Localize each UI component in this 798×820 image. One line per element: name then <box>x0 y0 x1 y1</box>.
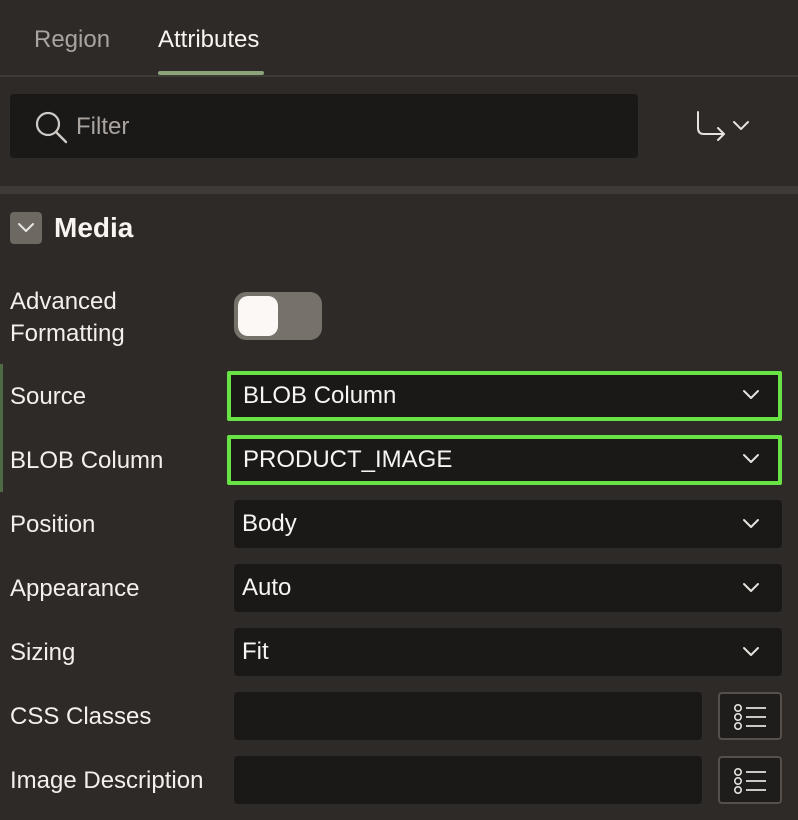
blob-column-label: BLOB Column <box>10 447 164 474</box>
collapse-section-button[interactable] <box>10 212 42 244</box>
list-icon <box>733 703 766 730</box>
modified-marker <box>0 364 3 428</box>
goto-group-button[interactable] <box>688 104 762 150</box>
sizing-label: Sizing <box>10 639 76 666</box>
advanced-formatting-toggle[interactable] <box>234 292 322 340</box>
search-icon <box>35 111 68 144</box>
advanced-formatting-label: Advanced Formatting <box>10 286 125 350</box>
tab-region[interactable]: Region <box>34 24 110 56</box>
chevron-down-icon <box>743 583 759 592</box>
property-editor: Region Attributes Media Advanced Formatt… <box>0 0 798 820</box>
position-label: Position <box>10 511 96 538</box>
chevron-down-icon <box>743 519 759 528</box>
section-title: Media <box>54 212 134 243</box>
position-value: Body <box>242 510 297 537</box>
image-description-input[interactable] <box>234 756 702 804</box>
modified-marker <box>0 428 3 492</box>
chevron-down-icon <box>743 454 759 463</box>
position-select[interactable]: Body <box>234 500 782 548</box>
source-label: Source <box>10 383 87 410</box>
source-select[interactable]: BLOB Column <box>227 371 782 421</box>
blob-column-select[interactable]: PRODUCT_IMAGE <box>227 435 782 485</box>
image-description-list-button[interactable] <box>718 756 782 804</box>
goto-group-icon <box>697 111 749 141</box>
sizing-select[interactable]: Fit <box>234 628 782 676</box>
appearance-label: Appearance <box>10 575 140 602</box>
list-icon <box>733 767 766 794</box>
source-value: BLOB Column <box>243 382 397 409</box>
filter-input[interactable] <box>74 108 618 146</box>
appearance-value: Auto <box>242 574 292 601</box>
active-tab-indicator <box>158 71 264 75</box>
image-description-label: Image Description <box>10 767 204 794</box>
appearance-select[interactable]: Auto <box>234 564 782 612</box>
tab-attributes[interactable]: Attributes <box>158 24 259 56</box>
chevron-down-icon <box>743 390 759 399</box>
filter-bar <box>10 94 638 158</box>
sizing-value: Fit <box>242 638 269 665</box>
tab-bar: Region Attributes <box>0 0 798 77</box>
toggle-knob <box>238 296 278 336</box>
chevron-down-icon <box>18 223 34 232</box>
css-classes-label: CSS Classes <box>10 703 152 730</box>
advanced-formatting-label-line2: Formatting <box>10 320 125 347</box>
blob-column-value: PRODUCT_IMAGE <box>243 446 453 473</box>
section-separator <box>0 186 798 194</box>
css-classes-input[interactable] <box>234 692 702 740</box>
css-classes-list-button[interactable] <box>718 692 782 740</box>
chevron-down-icon <box>743 647 759 656</box>
advanced-formatting-label-line1: Advanced <box>10 288 117 315</box>
